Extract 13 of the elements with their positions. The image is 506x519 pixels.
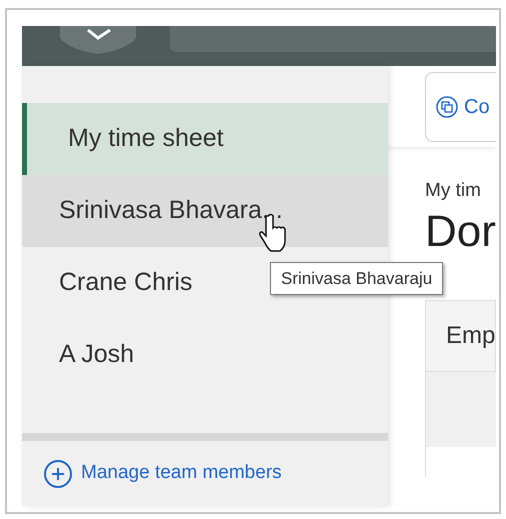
manage-team-members-link[interactable]: Manage team members: [22, 441, 388, 506]
breadcrumb: My tim: [425, 179, 482, 203]
copy-button[interactable]: Co: [425, 72, 496, 142]
page-heading: Dor: [425, 206, 496, 258]
shield-logo-icon: [60, 26, 136, 54]
tooltip: Srinivasa Bhavaraju: [270, 262, 444, 295]
table-header-cell: Emp: [425, 300, 496, 372]
link-label: Manage team members: [81, 461, 282, 486]
copy-icon: [436, 96, 458, 118]
sidebar-item[interactable]: A Josh: [22, 319, 388, 391]
plus-circle-icon: [43, 458, 73, 488]
sidebar-item[interactable]: Srinivasa Bhavara...: [22, 175, 388, 247]
sidebar-item[interactable]: My time sheet: [22, 103, 388, 175]
